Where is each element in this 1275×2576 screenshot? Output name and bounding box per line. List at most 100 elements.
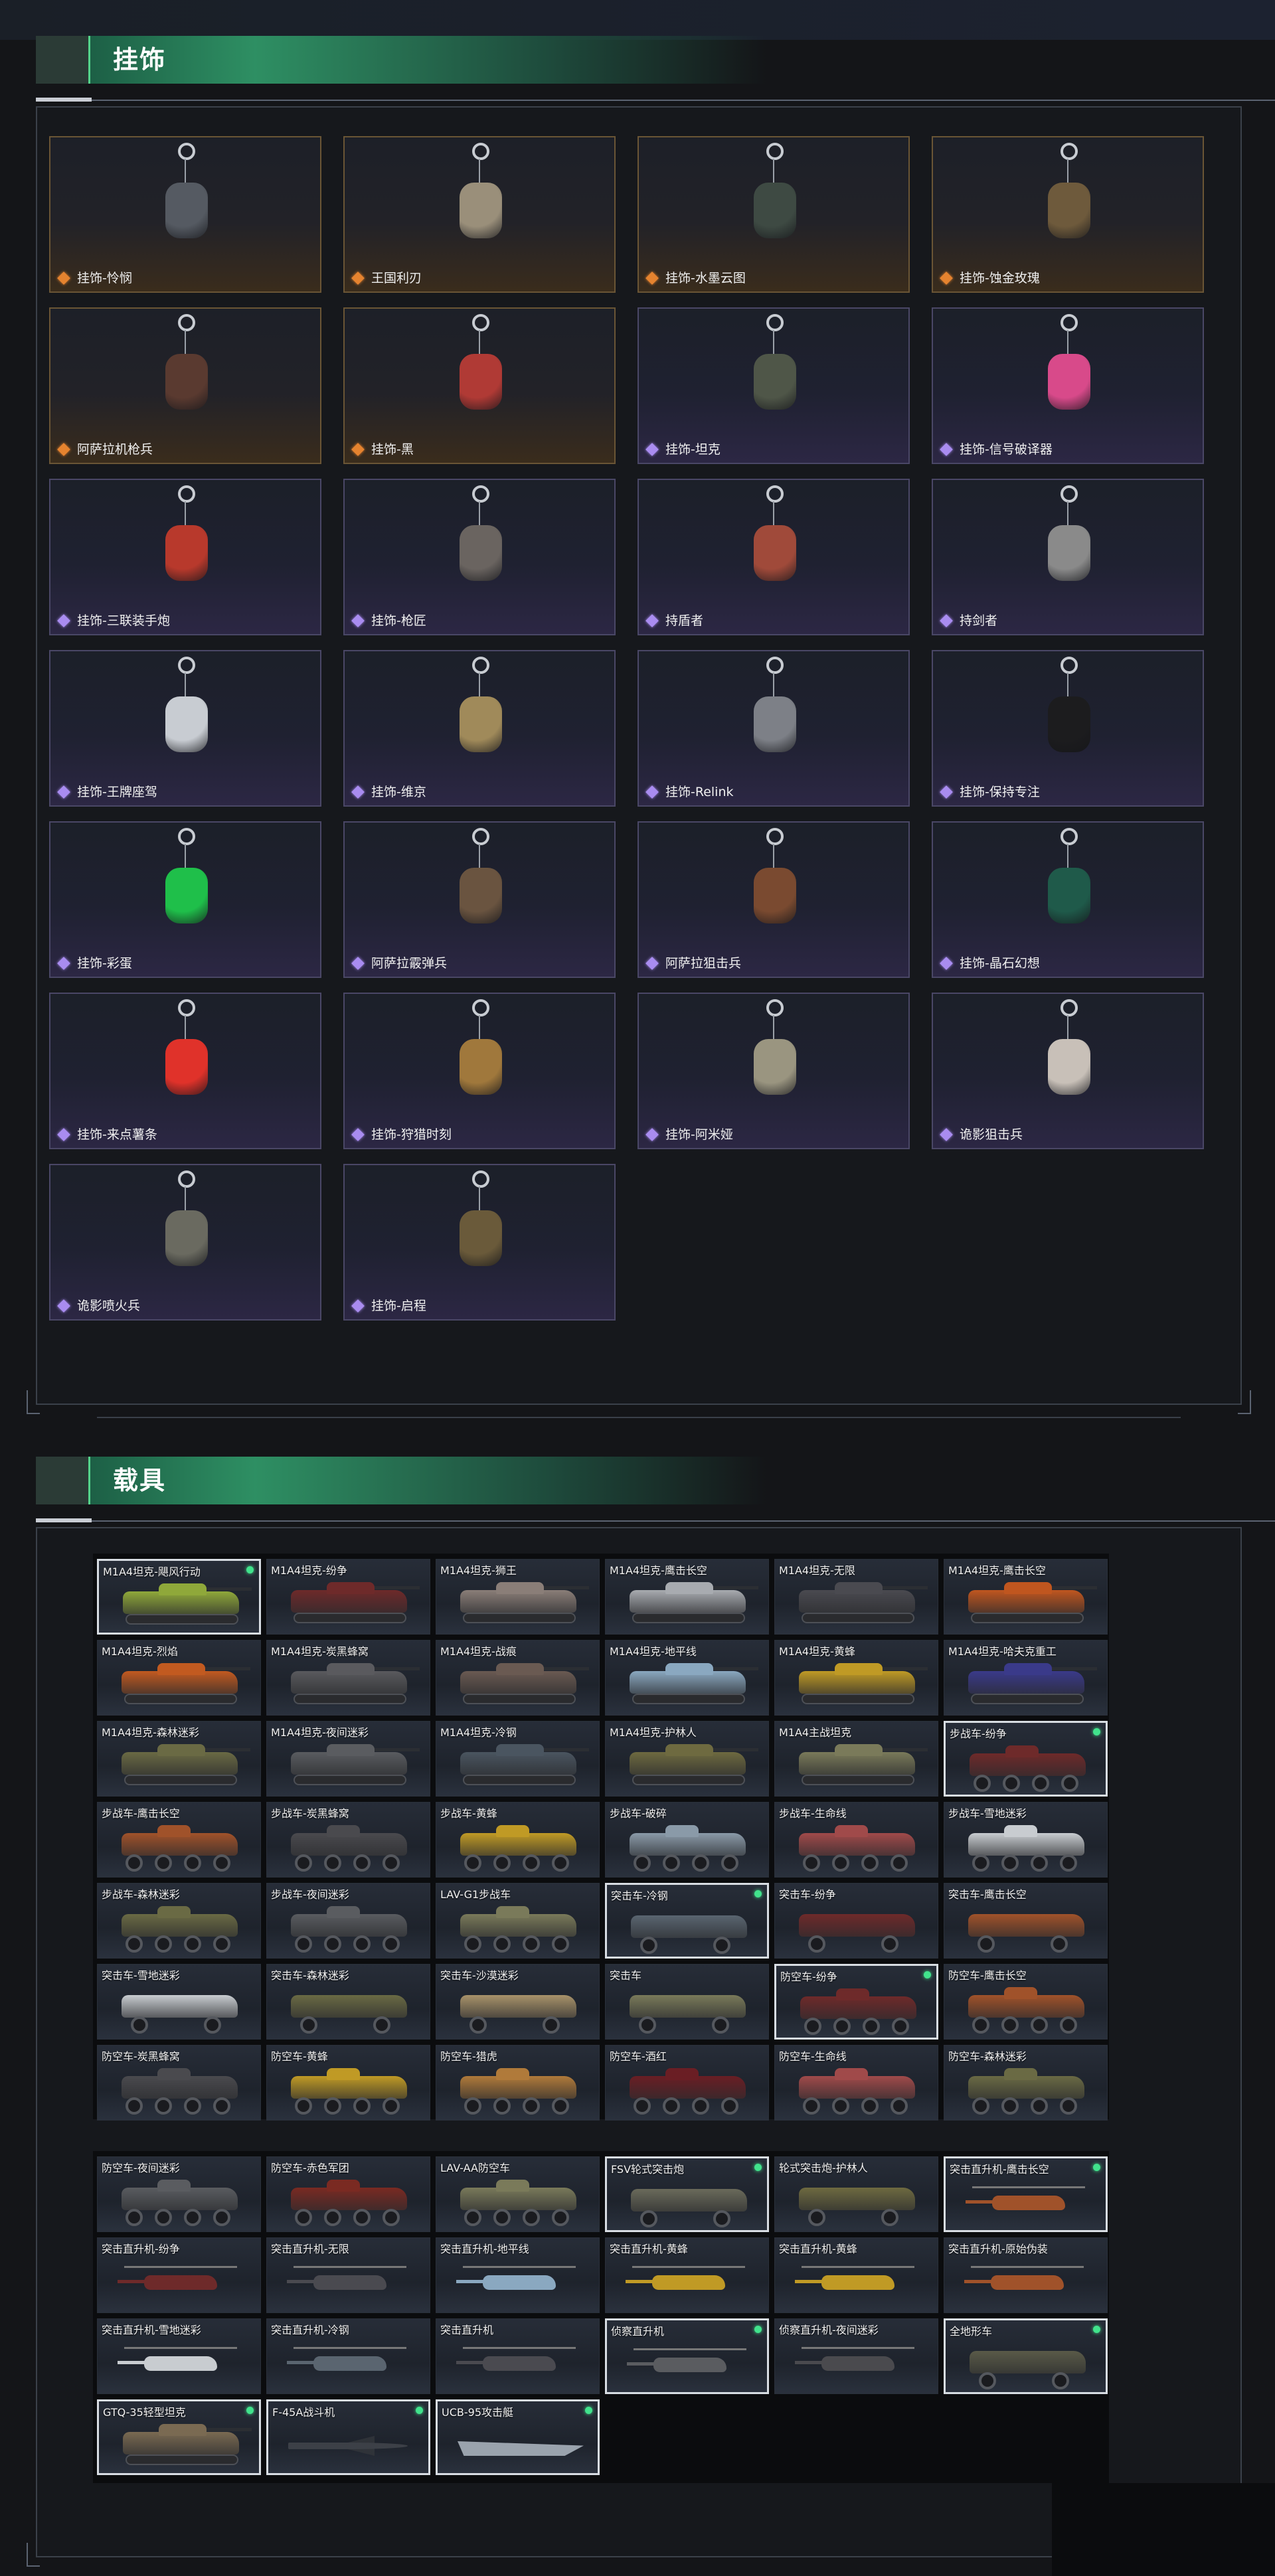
vehicle-card[interactable]: 突击直升机-黄蜂	[774, 2237, 938, 2313]
vehicle-card[interactable]: M1A4主战坦克	[774, 1721, 938, 1797]
purple-rarity-icon	[645, 443, 659, 456]
vehicle-card[interactable]: 防空车-黄蜂	[266, 2045, 430, 2121]
vehicle-card[interactable]: M1A4坦克-战痕	[436, 1640, 600, 1716]
vehicle-gun	[1044, 1667, 1097, 1670]
vehicle-card[interactable]: 突击直升机	[436, 2318, 600, 2394]
charm-card[interactable]: 挂饰-王牌座驾	[49, 650, 321, 807]
charm-card[interactable]: 挂饰-水墨云图	[638, 136, 910, 293]
vehicle-card[interactable]: 防空车-赤色军团	[266, 2156, 430, 2232]
vehicle-card[interactable]: 防空车-生命线	[774, 2045, 938, 2121]
vehicle-card[interactable]: 防空车-鹰击长空	[944, 1964, 1108, 2040]
wheel	[1001, 2097, 1019, 2115]
vehicle-card[interactable]: M1A4坦克-烈焰	[97, 1640, 261, 1716]
vehicle-card[interactable]: M1A4坦克-黄蜂	[774, 1640, 938, 1716]
vehicle-card[interactable]: 突击车-纷争	[774, 1883, 938, 1959]
vehicle-card[interactable]: 突击车-沙漠迷彩	[436, 1964, 600, 2040]
charm-card[interactable]: 挂饰-维京	[343, 650, 616, 807]
charm-card[interactable]: 持剑者	[932, 479, 1204, 635]
vehicle-card[interactable]: 突击直升机-鹰击长空	[944, 2156, 1108, 2232]
vehicle-turret	[159, 2424, 207, 2436]
charm-card[interactable]: 挂饰-彩蛋	[49, 821, 321, 978]
vehicle-card[interactable]: 突击直升机-无限	[266, 2237, 430, 2313]
vehicle-card[interactable]: 步战车-森林迷彩	[97, 1883, 261, 1959]
vehicle-card[interactable]: 防空车-夜间迷彩	[97, 2156, 261, 2232]
vehicle-card[interactable]: M1A4坦克-狮王	[436, 1559, 600, 1635]
charm-card[interactable]: 阿萨拉狙击兵	[638, 821, 910, 978]
vehicle-card[interactable]: 步战车-生命线	[774, 1802, 938, 1878]
vehicle-card[interactable]: 突击直升机-冷钢	[266, 2318, 430, 2394]
charm-card[interactable]: 挂饰-来点薯条	[49, 993, 321, 1149]
vehicle-card[interactable]: 步战车-夜间迷彩	[266, 1883, 430, 1959]
vehicle-card[interactable]: 侦察直升机-夜间迷彩	[774, 2318, 938, 2394]
vehicle-card[interactable]: 防空车-森林迷彩	[944, 2045, 1108, 2121]
vehicle-card[interactable]: 步战车-炭黑蜂窝	[266, 1802, 430, 1878]
vehicle-card[interactable]: 突击直升机-地平线	[436, 2237, 600, 2313]
charm-card[interactable]: 持盾者	[638, 479, 910, 635]
charm-card[interactable]: 挂饰-保持专注	[932, 650, 1204, 807]
vehicle-card[interactable]: 防空车-纷争	[774, 1964, 938, 2040]
charm-card[interactable]: 阿萨拉霰弹兵	[343, 821, 616, 978]
charm-card[interactable]: 挂饰-蚀金玫瑰	[932, 136, 1204, 293]
charm-chain	[185, 844, 189, 870]
vehicle-card[interactable]: M1A4坦克-炭黑蜂窝	[266, 1640, 430, 1716]
charm-card[interactable]: 诡影喷火兵	[49, 1164, 321, 1321]
vehicle-image	[799, 2188, 915, 2210]
charm-card[interactable]: 挂饰-阿米娅	[638, 993, 910, 1149]
vehicle-card[interactable]: LAV-AA防空车	[436, 2156, 600, 2232]
charm-card[interactable]: 挂饰-狩猎时刻	[343, 993, 616, 1149]
vehicle-card[interactable]: M1A4坦克-冷钢	[436, 1721, 600, 1797]
vehicle-card[interactable]: M1A4坦克-森林迷彩	[97, 1721, 261, 1797]
vehicle-card[interactable]: M1A4坦克-哈夫克重工	[944, 1640, 1108, 1716]
charm-card[interactable]: 挂饰-黑	[343, 307, 616, 464]
vehicle-card[interactable]: M1A4坦克-鹰击长空	[605, 1559, 769, 1635]
vehicle-card[interactable]: 突击车-鹰击长空	[944, 1883, 1108, 1959]
vehicle-card[interactable]: 步战车-黄蜂	[436, 1802, 600, 1878]
vehicle-card[interactable]: M1A4坦克-夜间迷彩	[266, 1721, 430, 1797]
vehicle-card[interactable]: 突击车-雪地迷彩	[97, 1964, 261, 2040]
charm-card[interactable]: 挂饰-三联装手炮	[49, 479, 321, 635]
vehicle-card[interactable]: 突击直升机-黄蜂	[605, 2237, 769, 2313]
charm-card[interactable]: 挂饰-怜悯	[49, 136, 321, 293]
vehicle-card[interactable]: 全地形车	[944, 2318, 1108, 2394]
vehicle-card[interactable]: LAV-G1步战车	[436, 1883, 600, 1959]
charm-card[interactable]: 挂饰-枪匠	[343, 479, 616, 635]
vehicle-card[interactable]: 侦察直升机	[605, 2318, 769, 2394]
vehicle-card[interactable]: 防空车-猎虎	[436, 2045, 600, 2121]
vehicle-card[interactable]: M1A4坦克-护林人	[605, 1721, 769, 1797]
vehicle-card[interactable]: M1A4坦克-鹰击长空	[944, 1559, 1108, 1635]
wheel	[721, 1854, 738, 1872]
vehicle-card[interactable]: 突击直升机-雪地迷彩	[97, 2318, 261, 2394]
vehicle-wheels	[632, 1854, 745, 1872]
vehicle-card[interactable]: M1A4坦克-无限	[774, 1559, 938, 1635]
charm-card[interactable]: 挂饰-晶石幻想	[932, 821, 1204, 978]
vehicle-card[interactable]: 步战车-破碎	[605, 1802, 769, 1878]
vehicle-card[interactable]: M1A4坦克-飓风行动	[97, 1559, 261, 1635]
vehicle-card[interactable]: FSV轮式突击炮	[605, 2156, 769, 2232]
vehicle-card[interactable]: F-45A战斗机	[266, 2399, 430, 2475]
vehicle-card[interactable]: GTQ-35轻型坦克	[97, 2399, 261, 2475]
vehicle-turret	[835, 1825, 868, 1837]
charm-card[interactable]: 挂饰-信号破译器	[932, 307, 1204, 464]
charm-card[interactable]: 挂饰-Relink	[638, 650, 910, 807]
charm-card[interactable]: 挂饰-启程	[343, 1164, 616, 1321]
charms-section-header: 挂饰	[36, 36, 1275, 102]
vehicle-card[interactable]: 突击直升机-纷争	[97, 2237, 261, 2313]
charm-card[interactable]: 诡影狙击兵	[932, 993, 1204, 1149]
vehicle-card[interactable]: 突击车-森林迷彩	[266, 1964, 430, 2040]
vehicle-card[interactable]: 突击车-冷钢	[605, 1883, 769, 1959]
vehicle-card[interactable]: 突击直升机-原始伪装	[944, 2237, 1108, 2313]
charm-card[interactable]: 挂饰-坦克	[638, 307, 910, 464]
vehicle-card[interactable]: UCB-95攻击艇	[436, 2399, 600, 2475]
vehicle-card[interactable]: 防空车-炭黑蜂窝	[97, 2045, 261, 2121]
vehicle-card[interactable]: M1A4坦克-地平线	[605, 1640, 769, 1716]
vehicle-card[interactable]: 防空车-酒红	[605, 2045, 769, 2121]
vehicle-card[interactable]: 突击车	[605, 1964, 769, 2040]
charm-card[interactable]: 王国利刃	[343, 136, 616, 293]
vehicle-card[interactable]: 步战车-纷争	[944, 1721, 1108, 1797]
vehicle-card[interactable]: 步战车-雪地迷彩	[944, 1802, 1108, 1878]
vehicle-card[interactable]: 轮式突击炮-护林人	[774, 2156, 938, 2232]
vehicle-card[interactable]: 步战车-鹰击长空	[97, 1802, 261, 1878]
vehicle-gun	[367, 1748, 420, 1751]
vehicle-card[interactable]: M1A4坦克-纷争	[266, 1559, 430, 1635]
charm-card[interactable]: 阿萨拉机枪兵	[49, 307, 321, 464]
